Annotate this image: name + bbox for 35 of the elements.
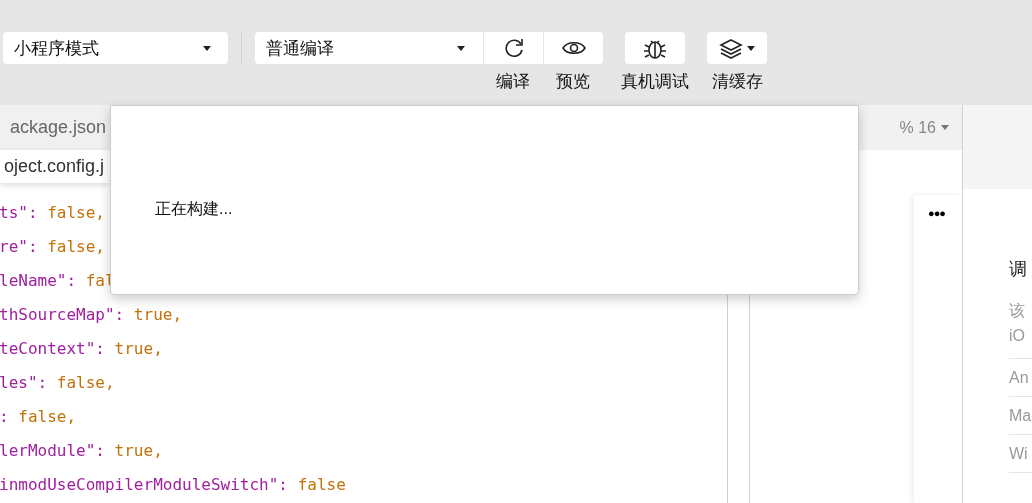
caret-icon <box>203 45 211 51</box>
signal-dots: ●●● <box>928 207 945 219</box>
tool-button[interactable] <box>707 32 767 64</box>
list-item: iO <box>1009 322 1032 359</box>
list-item: An <box>1009 359 1032 397</box>
layers-icon <box>719 37 743 59</box>
file-tab[interactable]: ackage.json <box>10 117 107 138</box>
code-line: thSourceMap": true, <box>0 304 183 326</box>
code-line: re": false, <box>0 236 105 258</box>
mode-select[interactable]: 小程序模式 <box>3 32 228 64</box>
code-line: lerModule": true, <box>0 440 163 462</box>
list-item: Ma <box>1009 397 1032 435</box>
tool-button[interactable] <box>483 32 543 64</box>
section-title: 调 <box>1009 258 1028 281</box>
caret-icon <box>457 45 465 51</box>
caret-icon <box>747 45 755 51</box>
button-label: 预览 <box>556 72 590 92</box>
button-label: 编译 <box>496 72 530 92</box>
code-line: : false, <box>0 406 77 428</box>
description-text: 该 <box>1009 301 1026 321</box>
list-item: Wi <box>1009 435 1032 473</box>
button-label: 清缓存 <box>711 72 763 92</box>
code-line: les": false, <box>0 372 115 394</box>
compile-select[interactable]: 普通编译 <box>255 32 483 64</box>
caret-icon <box>941 125 949 130</box>
tool-button[interactable] <box>625 32 685 64</box>
dialog-message: 正在构建... <box>155 200 233 217</box>
select-value: 普通编译 <box>266 37 334 60</box>
tool-button[interactable] <box>543 32 603 64</box>
code-line: inmodUseCompilerModuleSwitch": false <box>0 474 346 496</box>
menu-item[interactable]: oject.config.j <box>4 150 110 183</box>
button-label: 真机调试 <box>621 72 689 92</box>
code-line: ts": false, <box>0 202 105 224</box>
code-line: teContext": true, <box>0 338 163 360</box>
select-value: 小程序模式 <box>14 37 99 60</box>
